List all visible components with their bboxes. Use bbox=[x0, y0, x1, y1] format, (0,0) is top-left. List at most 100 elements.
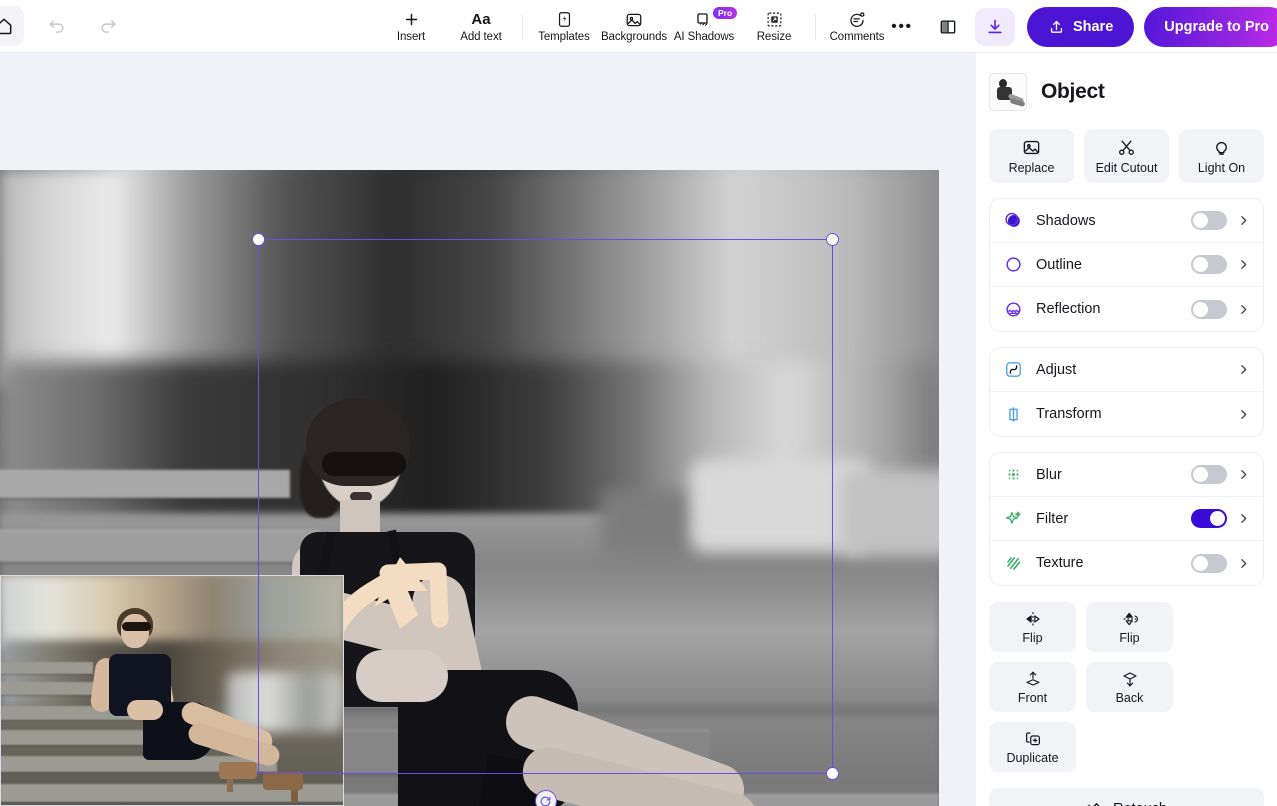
tool-comments[interactable]: Comments bbox=[822, 2, 892, 51]
canvas-area[interactable] bbox=[0, 53, 975, 806]
share-upload-icon bbox=[1048, 18, 1065, 35]
toggle-knob bbox=[1210, 511, 1225, 526]
row-label: Adjust bbox=[1036, 361, 1077, 378]
tool-label: AI Shadows bbox=[673, 31, 735, 43]
row-transform[interactable]: Transform bbox=[990, 392, 1263, 436]
tool-backgrounds[interactable]: Backgrounds bbox=[599, 2, 669, 51]
object-thumbnail[interactable] bbox=[989, 73, 1027, 111]
thumb-subject-hands bbox=[127, 700, 163, 720]
row-texture[interactable]: Texture bbox=[990, 541, 1263, 585]
photo-background-buildings bbox=[0, 170, 939, 387]
toggle-knob bbox=[1193, 213, 1208, 228]
retouch-label: Retouch bbox=[1113, 801, 1167, 806]
resize-handle-bottom-right[interactable] bbox=[826, 767, 839, 780]
edit-group: Adjust Transform bbox=[989, 347, 1264, 437]
arrange-actions-grid: Flip Flip Front Back Duplicate bbox=[989, 602, 1264, 772]
row-label: Texture bbox=[1036, 555, 1084, 571]
tool-insert[interactable]: Insert bbox=[376, 2, 446, 51]
row-label: Reflection bbox=[1036, 301, 1101, 317]
row-filter[interactable]: Filter bbox=[990, 497, 1263, 541]
action-label: Duplicate bbox=[1006, 750, 1059, 765]
row-label: Blur bbox=[1036, 466, 1062, 483]
rotate-icon[interactable] bbox=[534, 790, 557, 806]
texture-toggle[interactable] bbox=[1191, 553, 1227, 573]
download-button[interactable] bbox=[974, 7, 1015, 46]
shadow-sphere-icon bbox=[1002, 211, 1024, 230]
more-options-icon[interactable]: ••• bbox=[885, 10, 919, 44]
tool-label: Templates bbox=[538, 31, 590, 43]
undo-icon[interactable] bbox=[36, 6, 76, 46]
resize-handle-top-left[interactable] bbox=[252, 233, 265, 246]
before-preview-thumbnail[interactable] bbox=[0, 575, 344, 806]
chevron-right-icon[interactable] bbox=[1237, 303, 1250, 316]
edit-cutout-button[interactable]: Edit Cutout bbox=[1084, 129, 1169, 183]
thumb-step bbox=[1, 662, 93, 674]
row-reflection[interactable]: Reflection bbox=[990, 287, 1263, 331]
comment-icon bbox=[848, 10, 866, 29]
tool-templates[interactable]: Templates bbox=[529, 2, 599, 51]
resize-icon bbox=[766, 10, 783, 29]
flip-vertical-button[interactable]: Flip bbox=[1086, 602, 1173, 652]
row-blur[interactable]: Blur bbox=[990, 453, 1263, 497]
quick-action-label: Light On bbox=[1197, 160, 1246, 175]
chevron-right-icon[interactable] bbox=[1237, 557, 1250, 570]
tool-resize[interactable]: Resize bbox=[739, 2, 809, 51]
bring-front-icon bbox=[1024, 670, 1042, 688]
top-toolbar: Insert Aa Add text Templates Backgrounds bbox=[0, 0, 1277, 53]
chevron-right-icon[interactable] bbox=[1237, 214, 1250, 227]
quick-action-label: Edit Cutout bbox=[1095, 160, 1158, 175]
flip-vertical-icon bbox=[1121, 610, 1139, 628]
panel-header: Object bbox=[989, 67, 1264, 115]
transform-icon bbox=[1002, 405, 1024, 424]
send-back-button[interactable]: Back bbox=[1086, 662, 1173, 712]
retouch-button[interactable]: Retouch bbox=[989, 788, 1264, 806]
row-outline[interactable]: Outline bbox=[990, 243, 1263, 287]
row-shadows[interactable]: Shadows bbox=[990, 199, 1263, 243]
chevron-right-icon[interactable] bbox=[1237, 408, 1250, 421]
chevron-right-icon[interactable] bbox=[1237, 468, 1250, 481]
row-label: Shadows bbox=[1036, 212, 1096, 229]
stone-step bbox=[0, 530, 320, 562]
toolbar-divider bbox=[522, 13, 523, 40]
redo-icon[interactable] bbox=[88, 6, 128, 46]
chevron-right-icon[interactable] bbox=[1237, 258, 1250, 271]
reflection-toggle[interactable] bbox=[1191, 299, 1227, 319]
flip-horizontal-button[interactable]: Flip bbox=[989, 602, 1076, 652]
resize-handle-top-right[interactable] bbox=[826, 233, 839, 246]
fx-group: Blur Filter Texture bbox=[989, 452, 1264, 586]
tool-ai-shadows[interactable]: Pro AI Shadows bbox=[669, 2, 739, 51]
tool-add-text[interactable]: Aa Add text bbox=[446, 2, 516, 51]
shadows-toggle[interactable] bbox=[1191, 211, 1227, 230]
lightbulb-icon bbox=[1212, 138, 1231, 157]
thumb-subject-sunglasses bbox=[122, 622, 151, 631]
chevron-right-icon[interactable] bbox=[1237, 512, 1250, 525]
object-properties-panel: Object Replace Edit Cutout Light On Shad… bbox=[975, 53, 1277, 806]
replace-button[interactable]: Replace bbox=[989, 129, 1074, 183]
chevron-right-icon[interactable] bbox=[1237, 363, 1250, 376]
thumb-subject-heel bbox=[291, 788, 298, 803]
texture-stripes-icon bbox=[1002, 554, 1024, 573]
thumb-buildings bbox=[1, 576, 343, 650]
action-label: Flip bbox=[1022, 630, 1043, 645]
home-icon[interactable] bbox=[0, 6, 24, 46]
action-label: Flip bbox=[1119, 630, 1140, 645]
upgrade-to-pro-button[interactable]: Upgrade to Pro bbox=[1144, 6, 1277, 47]
filter-toggle[interactable] bbox=[1191, 509, 1227, 528]
plus-icon bbox=[403, 10, 420, 29]
duplicate-button[interactable]: Duplicate bbox=[989, 722, 1076, 772]
image-icon bbox=[1022, 138, 1041, 157]
bring-front-button[interactable]: Front bbox=[989, 662, 1076, 712]
light-on-button[interactable]: Light On bbox=[1179, 129, 1264, 183]
blur-dots-icon bbox=[1002, 465, 1024, 484]
thumb-subject-shoe bbox=[263, 772, 303, 790]
stone-step bbox=[0, 470, 290, 498]
blur-toggle[interactable] bbox=[1191, 465, 1227, 484]
split-panel-icon[interactable] bbox=[931, 10, 965, 44]
share-button[interactable]: Share bbox=[1026, 6, 1135, 47]
flip-horizontal-icon bbox=[1024, 610, 1042, 628]
subject-sunglasses bbox=[322, 452, 406, 476]
outline-toggle[interactable] bbox=[1191, 255, 1227, 274]
outline-circle-icon bbox=[1002, 255, 1024, 274]
row-adjust[interactable]: Adjust bbox=[990, 348, 1263, 392]
send-back-icon bbox=[1121, 670, 1139, 688]
